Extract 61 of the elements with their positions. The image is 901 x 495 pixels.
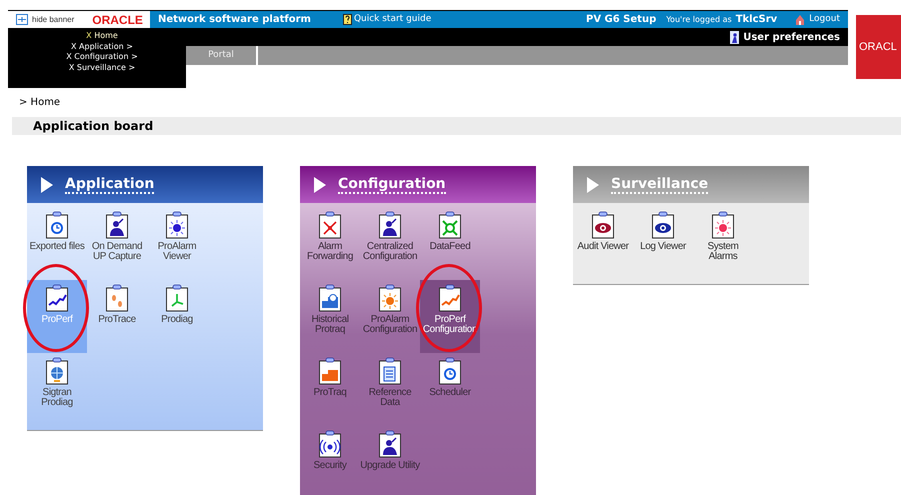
line-chart-icon xyxy=(438,283,462,313)
sun-icon xyxy=(378,283,402,313)
app-tile[interactable]: ProAlarm Configuration xyxy=(360,280,420,353)
nav-menu-item[interactable]: X Configuration > xyxy=(66,52,138,62)
panel-title: Configuration xyxy=(338,176,446,194)
logo: ORACLE xyxy=(92,14,143,26)
app-tile[interactable]: Centralized Configuration xyxy=(360,207,420,280)
setup-name: PV G6 Setup xyxy=(586,13,656,27)
person-icon xyxy=(378,210,402,240)
nav-menu-item[interactable]: X Surveillance > xyxy=(68,62,136,73)
chart-icon xyxy=(318,356,342,386)
arrows-icon xyxy=(318,210,342,240)
app-tile[interactable]: Historical Protraq xyxy=(300,280,360,353)
app-tile[interactable]: System Alarms xyxy=(693,207,753,280)
platform-title: Network software platform xyxy=(158,13,311,27)
logout-icon[interactable] xyxy=(795,14,806,25)
person-icon[interactable] xyxy=(730,30,740,44)
eye-icon xyxy=(591,210,615,240)
clock-icon xyxy=(438,356,462,386)
document-icon xyxy=(378,356,402,386)
clock-icon xyxy=(45,210,69,240)
play-icon xyxy=(41,176,53,192)
person-icon xyxy=(105,210,129,240)
user-name: TklcSrv xyxy=(736,13,778,27)
app-tile[interactable]: Sigtran Prodiag xyxy=(27,353,87,426)
quick-start-link[interactable]: Quick start guide xyxy=(354,12,432,26)
board-title: Application board xyxy=(33,118,154,135)
expand-icon[interactable] xyxy=(16,14,28,25)
play-icon xyxy=(314,176,326,192)
person-icon xyxy=(378,429,402,459)
app-tile[interactable]: ProTrace xyxy=(87,280,147,353)
logout-link[interactable]: Logout xyxy=(809,12,840,26)
line-chart-icon xyxy=(45,283,69,313)
nav-menu-item[interactable]: X Application > xyxy=(71,42,133,52)
help-icon[interactable] xyxy=(342,14,352,25)
axes-icon xyxy=(165,283,189,313)
panel-title: Surveillance xyxy=(611,176,708,194)
burst-icon xyxy=(165,210,189,240)
burst-icon xyxy=(711,210,735,240)
panel-title: Application xyxy=(65,176,154,194)
breadcrumb: > Home xyxy=(19,96,60,110)
app-tile[interactable]: Prodiag xyxy=(147,280,207,353)
signal-icon xyxy=(318,429,342,459)
app-tile[interactable]: Log Viewer xyxy=(633,207,693,280)
user-preferences-link[interactable]: User preferences xyxy=(743,30,840,44)
logged-label: You're logged as xyxy=(666,14,732,26)
app-tile[interactable]: On Demand UP Capture xyxy=(87,207,147,280)
app-tile[interactable]: Alarm Forwarding xyxy=(300,207,360,280)
history-icon xyxy=(318,283,342,313)
play-icon xyxy=(587,176,599,192)
nav-menu-item[interactable]: X Home xyxy=(86,31,118,42)
globe-icon xyxy=(45,356,69,386)
footprints-icon xyxy=(105,283,129,313)
hide-banner-link[interactable]: hide banner xyxy=(32,14,74,26)
app-tile[interactable]: Audit Viewer xyxy=(573,207,633,280)
eye-icon xyxy=(651,210,675,240)
app-tile[interactable]: Exported files xyxy=(27,207,87,280)
side-logo: ORACL xyxy=(859,40,897,55)
app-tile[interactable]: DataFeed xyxy=(420,207,480,280)
network-icon xyxy=(438,210,462,240)
app-tile[interactable]: ProAlarm Viewer xyxy=(147,207,207,280)
